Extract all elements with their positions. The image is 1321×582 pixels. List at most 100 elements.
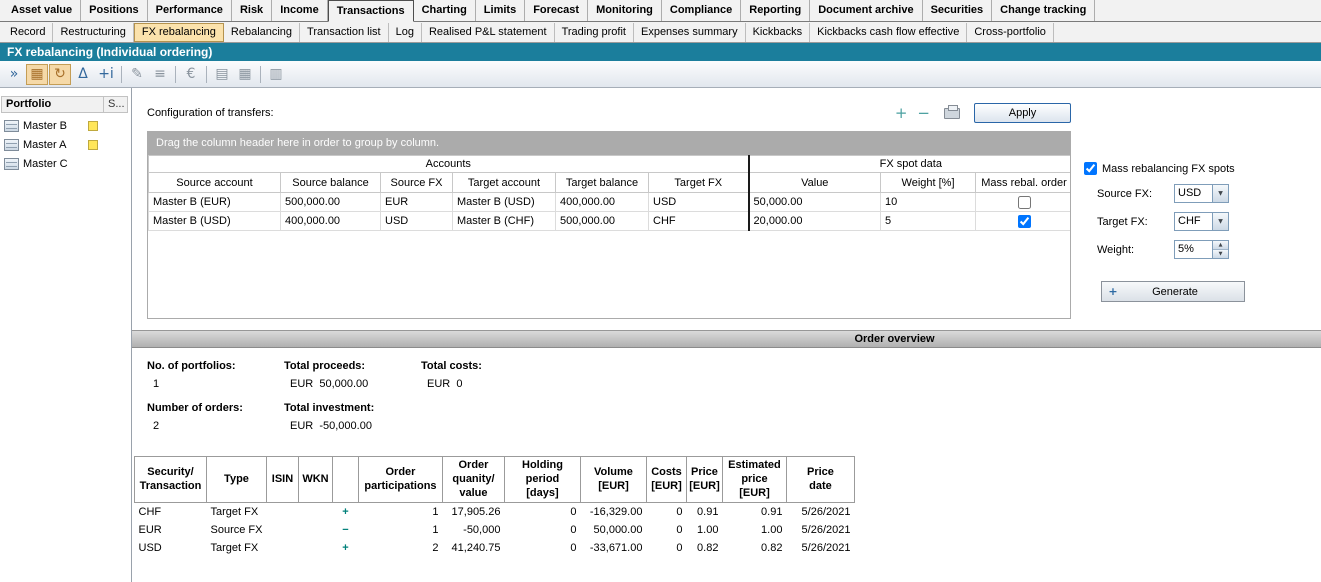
transfer-row[interactable]: Master B (EUR) 500,000.00 EUR Master B (… — [149, 193, 1072, 212]
delta-icon[interactable]: Δ — [72, 64, 94, 85]
tab-reporting[interactable]: Reporting — [741, 0, 810, 21]
col-estimated-price[interactable]: Estimated price [EUR] — [722, 457, 786, 503]
chevron-down-icon[interactable]: ▼ — [1212, 213, 1228, 230]
tab-compliance[interactable]: Compliance — [662, 0, 741, 21]
portfolio-label: Master C — [23, 158, 68, 170]
add-transfer-icon[interactable]: + — [895, 104, 908, 122]
euro-icon[interactable]: € — [180, 64, 202, 85]
portfolio-icon — [4, 120, 19, 132]
grid-edit-icon[interactable]: ▦ — [26, 64, 48, 85]
subtab-fx-rebalancing[interactable]: FX rebalancing — [134, 23, 224, 42]
subtab-expenses-summary[interactable]: Expenses summary — [634, 23, 746, 42]
col-order-quantity-value[interactable]: Order quanity/ value — [442, 457, 504, 503]
subtab-realised-pl-statement[interactable]: Realised P&L statement — [422, 23, 555, 42]
sub-tab-bar: Record Restructuring FX rebalancing Reba… — [0, 22, 1321, 43]
col-price-date[interactable]: Price date — [786, 457, 854, 503]
subtab-rebalancing[interactable]: Rebalancing — [224, 23, 300, 42]
tab-positions[interactable]: Positions — [81, 0, 148, 21]
subtab-cross-portfolio[interactable]: Cross-portfolio — [967, 23, 1054, 42]
subtab-restructuring[interactable]: Restructuring — [53, 23, 133, 42]
col-weight[interactable]: Weight [%] — [881, 173, 976, 193]
tab-forecast[interactable]: Forecast — [525, 0, 588, 21]
page-title: FX rebalancing (Individual ordering) — [7, 45, 212, 59]
weight-stepper[interactable]: 5% ▲ ▼ — [1174, 240, 1229, 259]
apply-button[interactable]: Apply — [974, 103, 1071, 123]
orders-grid: Security/ Transaction Type ISIN WKN Orde… — [134, 456, 855, 557]
order-row[interactable]: CHF Target FX + 1 17,905.26 0 -16,329.00… — [135, 503, 855, 521]
total-investment-value: EUR -50,000.00 — [284, 417, 421, 442]
col-security-transaction[interactable]: Security/ Transaction — [135, 457, 207, 503]
mass-order-checkbox[interactable] — [1018, 196, 1031, 209]
remove-transfer-icon[interactable]: − — [917, 104, 930, 122]
subtab-trading-profit[interactable]: Trading profit — [555, 23, 634, 42]
col-mass-rebal-order[interactable]: Mass rebal. order — [976, 173, 1071, 193]
tab-income[interactable]: Income — [272, 0, 328, 21]
col-sign[interactable] — [332, 457, 358, 503]
tab-asset-value[interactable]: Asset value — [3, 0, 81, 21]
col-source-balance[interactable]: Source balance — [281, 173, 381, 193]
col-order-participations[interactable]: Order participations — [358, 457, 442, 503]
spin-down-icon[interactable]: ▼ — [1213, 249, 1228, 258]
table-icon[interactable]: ▦ — [234, 64, 256, 85]
new-note-icon[interactable]: ▤ — [211, 64, 233, 85]
portfolio-column-header[interactable]: Portfolio — [1, 96, 104, 113]
col-wkn[interactable]: WKN — [298, 457, 332, 503]
order-row[interactable]: USD Target FX + 2 41,240.75 0 -33,671.00… — [135, 539, 855, 557]
tab-charting[interactable]: Charting — [414, 0, 476, 21]
add-info-icon[interactable]: +i — [95, 64, 117, 85]
total-proceeds-value: EUR 50,000.00 — [284, 375, 421, 400]
tab-document-archive[interactable]: Document archive — [810, 0, 922, 21]
tab-performance[interactable]: Performance — [148, 0, 232, 21]
group-header-accounts[interactable]: Accounts — [149, 156, 749, 173]
tab-transactions[interactable]: Transactions — [328, 0, 414, 22]
status-column-header[interactable]: S... — [104, 96, 128, 113]
col-type[interactable]: Type — [207, 457, 267, 503]
group-header-fx-spot-data[interactable]: FX spot data — [749, 156, 1071, 173]
edit-icon[interactable]: ✎ — [126, 64, 148, 85]
portfolio-item-master-a[interactable]: Master A — [0, 135, 131, 154]
tab-change-tracking[interactable]: Change tracking — [992, 0, 1095, 21]
subtab-record[interactable]: Record — [3, 23, 53, 42]
tab-monitoring[interactable]: Monitoring — [588, 0, 662, 21]
spin-up-icon[interactable]: ▲ — [1213, 241, 1228, 249]
copy-table-icon[interactable]: ▥ — [265, 64, 287, 85]
mass-rebalancing-checkbox[interactable] — [1084, 162, 1097, 175]
tab-limits[interactable]: Limits — [476, 0, 525, 21]
subtab-kickbacks-cash-flow-effective[interactable]: Kickbacks cash flow effective — [810, 23, 967, 42]
mass-order-checkbox[interactable] — [1018, 215, 1031, 228]
target-fx-select[interactable]: CHF ▼ — [1174, 212, 1229, 231]
col-volume[interactable]: Volume [EUR] — [580, 457, 646, 503]
subtab-transaction-list[interactable]: Transaction list — [300, 23, 389, 42]
source-fx-select[interactable]: USD ▼ — [1174, 184, 1229, 203]
generate-button[interactable]: + Generate — [1101, 281, 1245, 302]
config-transfers-label: Configuration of transfers: — [147, 107, 274, 119]
col-target-fx[interactable]: Target FX — [649, 173, 749, 193]
col-target-account[interactable]: Target account — [453, 173, 556, 193]
status-indicator — [88, 121, 98, 131]
order-row[interactable]: EUR Source FX − 1 -50,000 0 50,000.00 0 … — [135, 521, 855, 539]
chevron-down-icon[interactable]: ▼ — [1212, 185, 1228, 202]
adjust-icon[interactable]: ≡ — [149, 64, 171, 85]
col-source-fx[interactable]: Source FX — [381, 173, 453, 193]
subtab-kickbacks[interactable]: Kickbacks — [746, 23, 811, 42]
col-isin[interactable]: ISIN — [266, 457, 298, 503]
subtab-log[interactable]: Log — [389, 23, 422, 42]
col-target-balance[interactable]: Target balance — [556, 173, 649, 193]
col-value[interactable]: Value — [749, 173, 881, 193]
col-costs[interactable]: Costs [EUR] — [646, 457, 686, 503]
group-by-hint-bar: Drag the column header here in order to … — [148, 132, 1070, 155]
col-source-account[interactable]: Source account — [149, 173, 281, 193]
print-icon[interactable] — [944, 108, 960, 119]
toolbar: » ▦ ↻ Δ +i ✎ ≡ € ▤ ▦ ▥ — [0, 61, 1321, 88]
transfer-row[interactable]: Master B (USD) 400,000.00 USD Master B (… — [149, 212, 1072, 231]
collapse-sidebar-icon[interactable]: » — [3, 64, 25, 85]
col-price[interactable]: Price [EUR] — [686, 457, 722, 503]
tab-securities[interactable]: Securities — [923, 0, 993, 21]
main-panel: Configuration of transfers: + − Apply Dr… — [131, 88, 1321, 582]
portfolio-item-master-b[interactable]: Master B — [0, 116, 131, 135]
portfolio-panel: Portfolio S... Master B Master A Master … — [0, 88, 131, 582]
col-holding-period[interactable]: Holding period [days] — [504, 457, 580, 503]
portfolio-item-master-c[interactable]: Master C — [0, 154, 131, 173]
tab-risk[interactable]: Risk — [232, 0, 272, 21]
refresh-icon[interactable]: ↻ — [49, 64, 71, 85]
